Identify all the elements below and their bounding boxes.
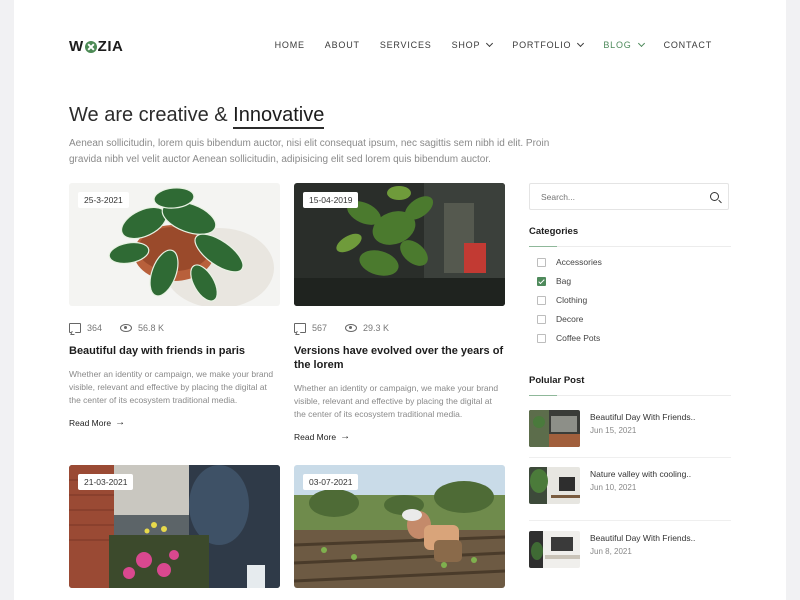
checkbox[interactable] [537,257,546,267]
nav-item-about[interactable]: ABOUT [315,40,370,50]
logo-text-right: ZIA [97,38,124,55]
arrow-right-icon: → [115,417,126,428]
post-image[interactable]: 25-3-2021 [69,183,280,306]
post-meta: 364 56.8 K [69,323,280,333]
nav-label: ABOUT [324,40,360,50]
categories-heading: Categories [529,226,579,237]
nav-item-portfolio[interactable]: PORTFOLIO [502,39,593,50]
page: W ZIA HOME ABOUT SERVICES SHOP PORTFOLIO… [14,0,786,600]
popular-divider [529,395,731,396]
nav-label: SHOP [451,40,481,50]
category-label: Accessories [556,257,602,267]
title-strong: Innovative [233,104,325,129]
date-badge: 15-04-2019 [303,192,359,208]
date-badge: 03-07-2021 [303,474,359,490]
eye-icon [345,324,358,332]
post-title[interactable]: Versions have evolved over the years of … [294,344,505,372]
post-image[interactable]: 15-04-2019 [294,183,505,306]
nav-label: HOME [274,40,305,50]
comment-icon [294,323,306,333]
popular-post-title[interactable]: Nature valley with cooling.. [590,469,691,479]
chevron-down-icon [577,39,585,48]
chevron-down-icon [637,39,645,48]
view-count: 56.8 K [138,323,165,333]
logo-mark-icon [84,40,97,53]
comment-count: 364 [87,323,103,333]
comment-count: 567 [312,323,328,333]
post-card: 03-07-2021 [294,465,505,588]
nav-item-blog[interactable]: BLOG [593,39,653,50]
post-image[interactable]: 03-07-2021 [294,465,505,588]
title-plain: We are creative & [69,104,234,126]
divider [529,520,731,521]
page-description: Aenean sollicitudin, lorem quis bibendum… [69,138,550,165]
read-more-link[interactable]: Read More → [69,417,280,428]
date-badge: 21-03-2021 [78,474,134,490]
category-item-clothing[interactable]: Clothing [537,295,587,305]
page-title: We are creative & Innovative [69,104,325,129]
checkbox[interactable] [537,295,546,305]
read-more-link[interactable]: Read More → [294,431,505,442]
nav-item-services[interactable]: SERVICES [370,40,442,50]
popular-heading: Polular Post [529,375,585,386]
popular-post-item[interactable]: Beautiful Day With Friends.. Jun 15, 202… [529,410,695,447]
nav-label: CONTACT [663,40,712,50]
post-card: 21-03-2021 [69,465,280,588]
chevron-down-icon [486,39,494,48]
category-item-decore[interactable]: Decore [537,314,583,324]
logo-text-left: W [69,38,84,55]
search-box [529,183,729,210]
category-label: Clothing [556,295,588,305]
categories-divider [529,246,731,247]
logo[interactable]: W ZIA [69,38,123,55]
eye-icon [120,324,133,332]
category-item-accessories[interactable]: Accessories [537,257,602,267]
popular-post-thumbnail[interactable] [529,410,580,447]
date-badge: 25-3-2021 [78,192,129,208]
popular-post-item[interactable]: Nature valley with cooling.. Jun 10, 202… [529,467,691,504]
popular-post-date: Jun 8, 2021 [590,547,632,556]
divider [529,457,731,458]
checkbox[interactable] [537,333,546,343]
post-meta: 567 29.3 K [294,323,505,333]
post-image[interactable]: 21-03-2021 [69,465,280,588]
post-excerpt: Whether an identity or campaign, we make… [69,369,274,405]
popular-post-item[interactable]: Beautiful Day With Friends.. Jun 8, 2021 [529,531,695,568]
view-count: 29.3 K [363,323,390,333]
popular-post-date: Jun 10, 2021 [590,483,637,492]
popular-post-title[interactable]: Beautiful Day With Friends.. [590,533,695,543]
nav-item-contact[interactable]: CONTACT [654,40,722,50]
post-excerpt: Whether an identity or campaign, we make… [294,383,499,419]
read-more-label: Read More [69,417,112,428]
checkbox[interactable] [537,314,546,324]
nav-label: BLOG [603,40,632,50]
post-card: 25-3-2021 364 56.8 K Beautiful day with … [69,183,280,428]
post-card: 15-04-2019 567 29.3 K Versions have evol… [294,183,505,442]
popular-post-title[interactable]: Beautiful Day With Friends.. [590,412,695,422]
search-icon[interactable] [710,192,719,201]
category-item-coffee-pots[interactable]: Coffee Pots [537,333,600,343]
read-more-label: Read More [294,431,337,442]
category-label: Bag [556,276,572,286]
checkbox[interactable] [537,276,546,286]
nav-item-shop[interactable]: SHOP [442,39,503,50]
category-item-bag[interactable]: Bag [537,276,571,286]
nav-label: PORTFOLIO [512,40,572,50]
arrow-right-icon: → [340,431,351,442]
popular-post-thumbnail[interactable] [529,467,580,504]
nav-label: SERVICES [379,40,432,50]
category-label: Decore [556,314,584,324]
search-input[interactable] [539,190,693,203]
main-nav: HOME ABOUT SERVICES SHOP PORTFOLIO BLOG … [265,39,722,50]
popular-post-thumbnail[interactable] [529,531,580,568]
popular-post-date: Jun 15, 2021 [590,426,637,435]
post-title[interactable]: Beautiful day with friends in paris [69,344,280,358]
category-label: Coffee Pots [556,333,601,343]
nav-item-home[interactable]: HOME [265,40,315,50]
comment-icon [69,323,81,333]
